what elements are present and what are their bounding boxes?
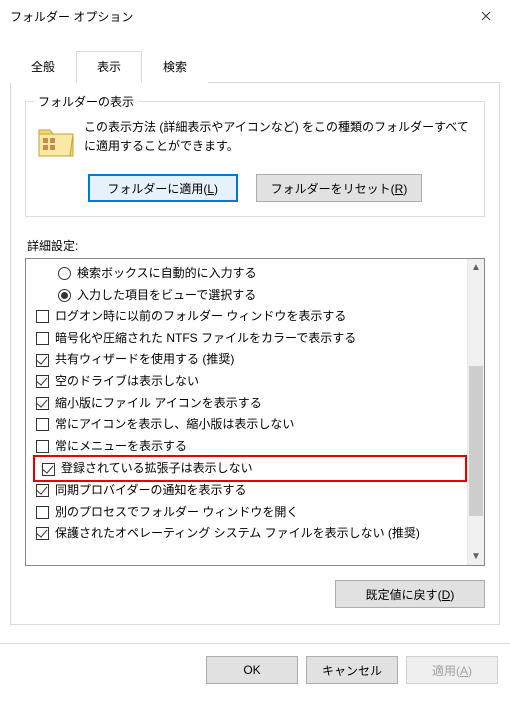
- checkbox[interactable]: [36, 440, 49, 453]
- option-label: 常にアイコンを表示し、縮小版は表示しない: [55, 417, 294, 433]
- option-row[interactable]: 常にアイコンを表示し、縮小版は表示しない: [30, 414, 465, 436]
- apply-button[interactable]: 適用(A): [406, 656, 498, 684]
- checkbox[interactable]: [36, 375, 49, 388]
- advanced-settings-list: 検索ボックスに自動的に入力する入力した項目をビューで選択するログオン時に以前のフ…: [25, 258, 485, 566]
- scroll-thumb[interactable]: [469, 366, 483, 516]
- tab-general[interactable]: 全般: [10, 51, 76, 83]
- checkbox[interactable]: [36, 354, 49, 367]
- restore-defaults-label: 既定値に戻す(D): [366, 586, 455, 603]
- option-row[interactable]: 暗号化や圧縮された NTFS ファイルをカラーで表示する: [30, 328, 465, 350]
- reset-folders-label: フォルダーをリセット(R): [271, 180, 408, 197]
- option-label: 空のドライブは表示しない: [55, 374, 199, 390]
- option-row[interactable]: 登録されている拡張子は表示しない: [36, 458, 465, 480]
- checkbox[interactable]: [36, 527, 49, 540]
- option-label: 登録されている拡張子は表示しない: [61, 461, 253, 477]
- checkbox[interactable]: [36, 397, 49, 410]
- reset-folders-button[interactable]: フォルダーをリセット(R): [256, 174, 423, 202]
- scroll-track[interactable]: [468, 276, 484, 548]
- option-label: ログオン時に以前のフォルダー ウィンドウを表示する: [55, 309, 346, 325]
- checkbox[interactable]: [36, 310, 49, 323]
- option-label: 常にメニューを表示する: [55, 439, 187, 455]
- option-row[interactable]: 縮小版にファイル アイコンを表示する: [30, 393, 465, 415]
- option-label: 入力した項目をビューで選択する: [77, 288, 256, 304]
- folder-view-group: フォルダーの表示 この表示方法 (詳細表示やアイコンなど) をこの種類のフォルダ…: [25, 101, 485, 217]
- dialog-footer: OK キャンセル 適用(A): [0, 643, 510, 684]
- checkbox[interactable]: [36, 332, 49, 345]
- tab-search[interactable]: 検索: [142, 51, 208, 83]
- close-button[interactable]: [464, 1, 508, 31]
- apply-button-label: 適用(A): [432, 662, 472, 679]
- radio[interactable]: [58, 267, 71, 280]
- folder-icon: [36, 120, 76, 160]
- checkbox[interactable]: [36, 418, 49, 431]
- option-row[interactable]: 同期プロバイダーの通知を表示する: [30, 480, 465, 502]
- ok-button[interactable]: OK: [206, 656, 298, 684]
- scroll-down-button[interactable]: ▼: [468, 548, 484, 565]
- option-label: 共有ウィザードを使用する (推奨): [55, 352, 234, 368]
- option-label: 別のプロセスでフォルダー ウィンドウを開く: [55, 505, 298, 521]
- cancel-button[interactable]: キャンセル: [306, 656, 398, 684]
- tab-strip: 全般 表示 検索: [10, 50, 500, 83]
- option-row[interactable]: 常にメニューを表示する: [30, 436, 465, 458]
- scroll-up-button[interactable]: ▲: [468, 259, 484, 276]
- option-row[interactable]: 共有ウィザードを使用する (推奨): [30, 349, 465, 371]
- folder-view-group-title: フォルダーの表示: [34, 93, 138, 110]
- option-row[interactable]: 保護されたオペレーティング システム ファイルを表示しない (推奨): [30, 523, 465, 545]
- advanced-settings-label: 詳細設定:: [27, 237, 485, 254]
- radio[interactable]: [58, 289, 71, 302]
- option-row[interactable]: 検索ボックスに自動的に入力する: [30, 263, 465, 285]
- tab-view[interactable]: 表示: [76, 51, 142, 83]
- tab-panel-view: フォルダーの表示 この表示方法 (詳細表示やアイコンなど) をこの種類のフォルダ…: [10, 83, 500, 625]
- close-icon: [481, 11, 491, 21]
- scrollbar[interactable]: ▲ ▼: [467, 259, 484, 565]
- option-label: 同期プロバイダーの通知を表示する: [55, 483, 247, 499]
- window-title: フォルダー オプション: [10, 8, 133, 25]
- restore-defaults-button[interactable]: 既定値に戻す(D): [335, 580, 485, 608]
- folder-view-description: この表示方法 (詳細表示やアイコンなど) をこの種類のフォルダーすべてに適用する…: [84, 118, 474, 160]
- apply-to-folders-label: フォルダーに適用(L): [107, 180, 218, 197]
- checkbox[interactable]: [36, 506, 49, 519]
- option-label: 検索ボックスに自動的に入力する: [77, 266, 257, 282]
- titlebar: フォルダー オプション: [0, 0, 510, 32]
- checkbox[interactable]: [36, 484, 49, 497]
- checkbox[interactable]: [42, 463, 55, 476]
- option-label: 保護されたオペレーティング システム ファイルを表示しない (推奨): [55, 526, 420, 542]
- option-row[interactable]: 別のプロセスでフォルダー ウィンドウを開く: [30, 502, 465, 524]
- apply-to-folders-button[interactable]: フォルダーに適用(L): [88, 174, 238, 202]
- option-label: 暗号化や圧縮された NTFS ファイルをカラーで表示する: [55, 331, 356, 347]
- option-label: 縮小版にファイル アイコンを表示する: [55, 396, 262, 412]
- option-row[interactable]: ログオン時に以前のフォルダー ウィンドウを表示する: [30, 306, 465, 328]
- option-row[interactable]: 空のドライブは表示しない: [30, 371, 465, 393]
- option-row[interactable]: 入力した項目をビューで選択する: [30, 285, 465, 307]
